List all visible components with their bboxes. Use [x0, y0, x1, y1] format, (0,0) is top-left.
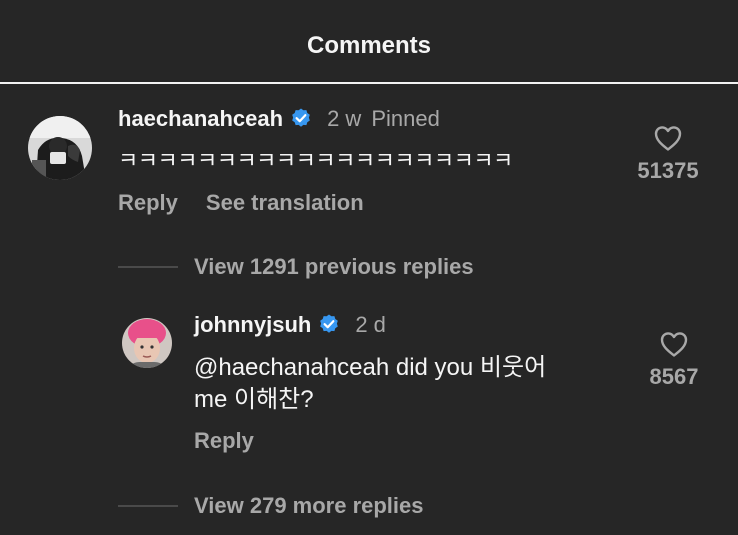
verified-badge-icon	[320, 314, 339, 333]
avatar-johnnyjsuh[interactable]	[122, 318, 172, 368]
heart-icon[interactable]	[659, 330, 689, 358]
reply-text-line-2: me 이해찬?	[194, 386, 314, 413]
avatar-photo-icon	[122, 318, 172, 368]
reply-text-line-1: @haechanahceah did you 비웃어	[194, 354, 547, 381]
like-count: 8567	[649, 364, 699, 389]
like-control[interactable]: 8567	[634, 330, 714, 390]
reply-username[interactable]: johnnyjsuh	[194, 312, 311, 338]
reply-button[interactable]: Reply	[194, 428, 254, 454]
view-more-replies[interactable]: View 279 more replies	[118, 493, 424, 519]
divider-line	[118, 505, 178, 507]
view-more-replies-label[interactable]: View 279 more replies	[194, 493, 424, 519]
reply-item: johnnyjsuh 2 d @haechanahceah did you 비웃…	[0, 0, 738, 535]
reply-age: 2 d	[355, 312, 386, 337]
